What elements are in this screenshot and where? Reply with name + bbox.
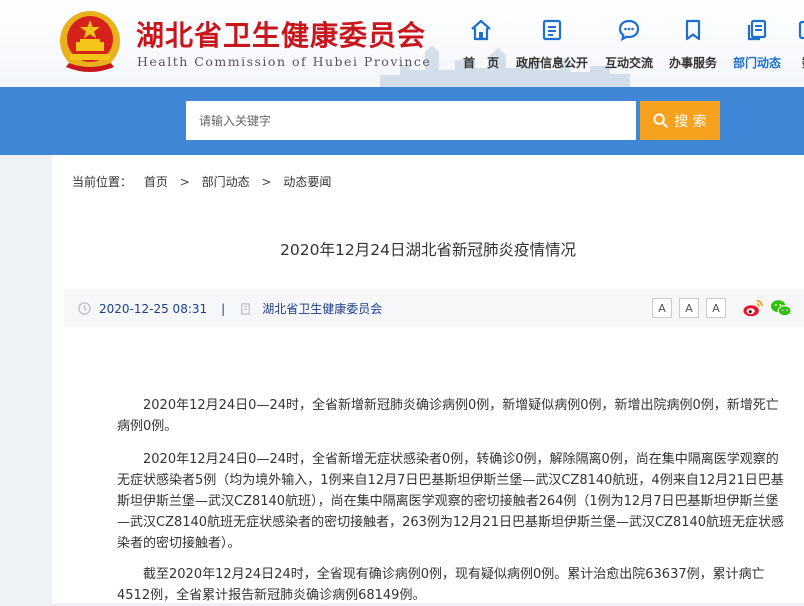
breadcrumb-home[interactable]: 首页 [144, 173, 168, 190]
nav-government-info-label: 政府信息公开 [516, 56, 589, 70]
breadcrumb-separator: > [261, 175, 272, 189]
search-input[interactable] [186, 101, 636, 140]
font-size-large-button[interactable]: A [652, 298, 672, 318]
nav-department-news[interactable]: 部门动态 [733, 18, 781, 71]
nav-home-label: 首 页 [463, 56, 500, 70]
breadcrumb-department-news[interactable]: 部门动态 [202, 173, 250, 190]
article-meta-bar: 2020-12-25 08:31 | 湖北省卫生健康委员会 A A A [64, 289, 804, 327]
site-title[interactable]: 湖北省卫生健康委员会 [136, 14, 426, 54]
home-icon [471, 19, 491, 41]
publish-date: 2020-12-25 08:31 [99, 301, 208, 316]
font-size-small-button[interactable]: A [706, 298, 726, 318]
article-paragraph-3: 截至2020年12月24日24时，全省现有确诊病例0例，现有疑似病例0例。累计治… [117, 567, 765, 603]
breadcrumb: 当前位置： 首页 > 部门动态 > 动态要闻 [72, 173, 331, 190]
nav-services[interactable]: 办事服务 [669, 18, 717, 71]
bookmark-icon [685, 19, 701, 41]
document-icon [542, 19, 562, 41]
breadcrumb-prefix: 当前位置： [72, 175, 133, 189]
national-emblem [60, 11, 120, 72]
nav-interaction[interactable]: 互动交流 [605, 18, 653, 71]
search-button[interactable]: 搜 索 [640, 101, 720, 140]
nav-data[interactable]: 数 [796, 18, 804, 71]
article-title: 2020年12月24日湖北省新冠肺炎疫情情况 [280, 241, 576, 259]
font-size-medium-button[interactable]: A [679, 298, 699, 318]
article-paragraph-2: 2020年12月24日0—24时，全省新增无症状感染者0例，转确诊0例，解除隔离… [117, 452, 785, 551]
nav-department-news-label: 部门动态 [733, 56, 782, 70]
nav-services-label: 办事服务 [669, 56, 718, 70]
site-subtitle: Health Commission of Hubei Province [137, 54, 432, 69]
search-icon [653, 113, 668, 128]
data-icon [798, 20, 804, 40]
nav-interaction-label: 互动交流 [605, 56, 654, 70]
breadcrumb-news-highlights[interactable]: 动态要闻 [283, 173, 331, 190]
nav-government-info[interactable]: 政府信息公开 [516, 18, 588, 71]
chat-bubble-icon [618, 19, 640, 42]
meta-divider: | [221, 301, 226, 316]
clock-icon [78, 302, 91, 315]
building-icon [241, 303, 251, 315]
nav-home[interactable]: 首 页 [463, 18, 499, 71]
site-header: 湖北省卫生健康委员会 Health Commission of Hubei Pr… [0, 0, 804, 87]
article-paragraph-1: 2020年12月24日0—24时，全省新增新冠肺炎确诊病例0例，新增疑似病例0例… [117, 398, 779, 434]
files-icon [747, 19, 767, 41]
article-panel: 当前位置： 首页 > 部门动态 > 动态要闻 2020年12月24日湖北省新冠肺… [52, 155, 804, 603]
search-button-label: 搜 索 [674, 113, 707, 130]
article-source: 湖北省卫生健康委员会 [262, 302, 383, 316]
wechat-icon[interactable] [770, 298, 792, 318]
breadcrumb-separator: > [179, 175, 190, 189]
weibo-icon[interactable] [742, 298, 764, 318]
